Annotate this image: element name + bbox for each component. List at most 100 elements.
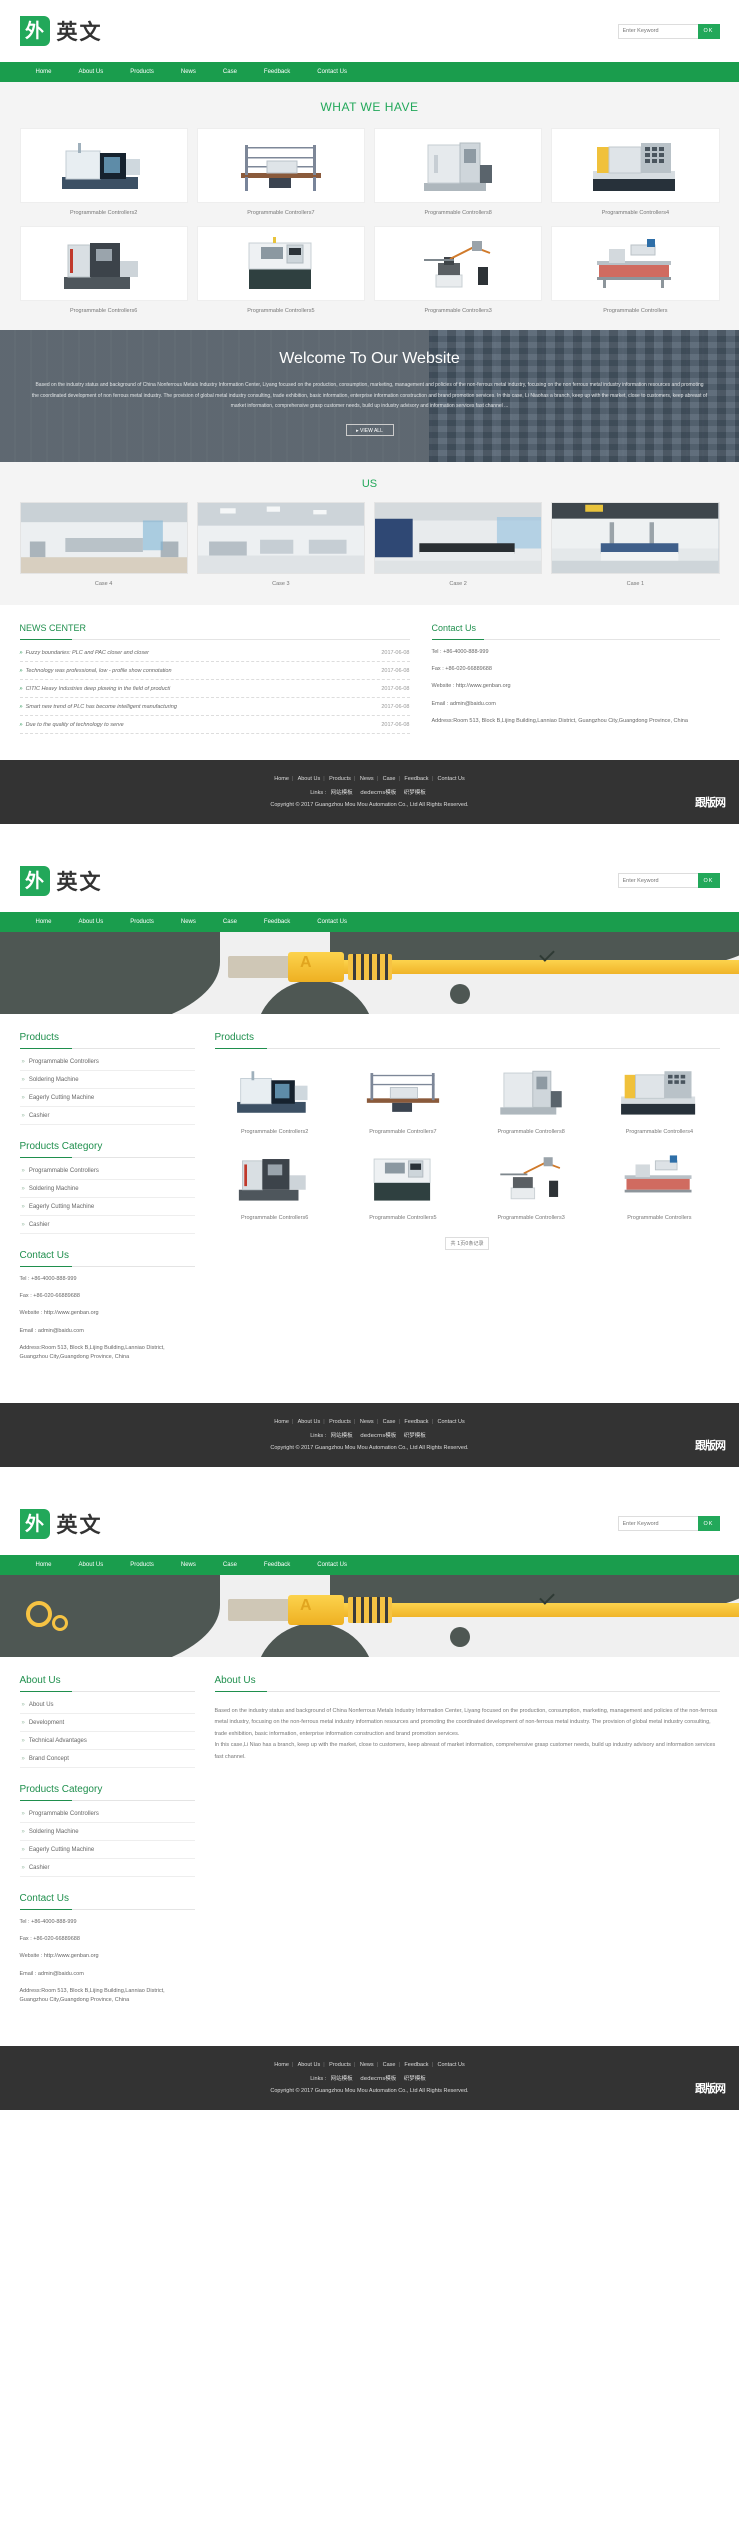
sidebar-item-cashier[interactable]: » Cashier — [19, 1107, 195, 1125]
sidebar-item-development[interactable]: » Development — [19, 1714, 195, 1732]
nav-item-case[interactable]: Case — [223, 1562, 237, 1568]
nav-item-feedback[interactable]: Feedback — [264, 919, 290, 925]
product-card[interactable]: Programmable Controllers3 — [374, 226, 543, 314]
contact-email[interactable]: Email : admin@baidu.com — [432, 696, 720, 713]
sidebar-item-soldering-machine[interactable]: » Soldering Machine — [19, 1180, 195, 1198]
footer-nav-feedback[interactable]: Feedback — [404, 2062, 428, 2068]
footer-nav-about-us[interactable]: About Us — [298, 2062, 321, 2068]
footer-nav-feedback[interactable]: Feedback — [404, 776, 428, 782]
footer-link-2[interactable]: dedecms模板 — [357, 2076, 399, 2082]
contact-website[interactable]: Website : http://www.genban.org — [432, 678, 720, 695]
nav-item-contact-us[interactable]: Contact Us — [317, 919, 347, 925]
footer-nav-about-us[interactable]: About Us — [298, 1419, 321, 1425]
contact-email[interactable]: Email : admin@baidu.com — [20, 1966, 195, 1983]
product-card[interactable]: Programmable Controllers7 — [342, 1060, 463, 1135]
product-card[interactable]: Programmable Controllers4 — [599, 1060, 720, 1135]
search-input[interactable] — [617, 23, 698, 39]
footer-link-3[interactable]: 织梦模板 — [401, 790, 429, 796]
product-card[interactable]: Programmable Controllers7 — [196, 128, 365, 216]
footer-nav-contact-us[interactable]: Contact Us — [438, 1419, 465, 1425]
case-card[interactable]: Case 4 — [19, 501, 188, 587]
case-card[interactable]: Case 3 — [196, 501, 365, 587]
sidebar-item-eagerly-cutting-machine[interactable]: » Eagerly Cutting Machine — [19, 1198, 195, 1216]
footer-link-1[interactable]: 网站模板 — [328, 1433, 356, 1439]
sidebar-item-programmable-controllers[interactable]: » Programmable Controllers — [19, 1162, 195, 1180]
footer-nav-case[interactable]: Case — [383, 2062, 396, 2068]
nav-item-products[interactable]: Products — [130, 1562, 154, 1568]
sidebar-item-eagerly-cutting-machine[interactable]: » Eagerly Cutting Machine — [19, 1089, 195, 1107]
nav-item-feedback[interactable]: Feedback — [264, 1562, 290, 1568]
nav-item-news[interactable]: News — [181, 919, 196, 925]
product-card[interactable]: Programmable Controllers6 — [214, 1146, 335, 1221]
contact-email[interactable]: Email : admin@baidu.com — [20, 1323, 195, 1340]
product-card[interactable]: Programmable Controllers5 — [196, 226, 365, 314]
nav-item-home[interactable]: Home — [36, 919, 52, 925]
search-submit-button[interactable]: OK — [697, 873, 720, 888]
sidebar-item-programmable-controllers[interactable]: » Programmable Controllers — [19, 1053, 195, 1071]
footer-nav-products[interactable]: Products — [329, 1419, 351, 1425]
product-card[interactable]: Programmable Controllers2 — [214, 1060, 335, 1135]
footer-nav-case[interactable]: Case — [383, 776, 396, 782]
nav-item-about-us[interactable]: About Us — [79, 919, 104, 925]
product-card[interactable]: Programmable Controllers8 — [374, 128, 543, 216]
search-submit-button[interactable]: OK — [697, 1516, 720, 1532]
site-logo[interactable]: 外 英文 — [19, 16, 103, 46]
search-input[interactable] — [617, 873, 698, 888]
sidebar-item-cashier[interactable]: » Cashier — [19, 1216, 195, 1234]
news-list-item[interactable]: » Due to the quality of technology to se… — [19, 716, 410, 734]
sidebar-item-brand-concept[interactable]: » Brand Concept — [19, 1750, 195, 1768]
footer-nav-home[interactable]: Home — [274, 2062, 289, 2068]
nav-item-about-us[interactable]: About Us — [79, 69, 104, 75]
product-card[interactable]: Programmable Controllers — [551, 226, 720, 314]
footer-nav-news[interactable]: News — [360, 776, 374, 782]
product-card[interactable]: Programmable Controllers — [599, 1146, 720, 1221]
news-list-item[interactable]: » Fuzzy boundaries: PLC and PAC closer a… — [19, 644, 410, 662]
view-all-button[interactable]: ▸ VIEW ALL — [345, 423, 394, 436]
nav-item-home[interactable]: Home — [36, 1562, 52, 1568]
nav-item-contact-us[interactable]: Contact Us — [317, 1562, 347, 1568]
footer-nav-about-us[interactable]: About Us — [298, 776, 321, 782]
footer-nav-products[interactable]: Products — [329, 2062, 351, 2068]
footer-nav-feedback[interactable]: Feedback — [404, 1419, 428, 1425]
contact-website[interactable]: Website : http://www.genban.org — [20, 1948, 195, 1965]
nav-item-case[interactable]: Case — [223, 919, 237, 925]
nav-item-news[interactable]: News — [181, 1562, 196, 1568]
sidebar-item-soldering-machine[interactable]: » Soldering Machine — [19, 1823, 195, 1841]
nav-item-products[interactable]: Products — [130, 919, 154, 925]
product-card[interactable]: Programmable Controllers5 — [342, 1146, 463, 1221]
footer-link-1[interactable]: 网站模板 — [328, 790, 356, 796]
nav-item-about-us[interactable]: About Us — [79, 1562, 104, 1568]
footer-nav-case[interactable]: Case — [383, 1419, 396, 1425]
footer-nav-products[interactable]: Products — [329, 776, 351, 782]
footer-nav-news[interactable]: News — [360, 1419, 374, 1425]
news-list-item[interactable]: » CITIC Heavy Industries deep plowing in… — [19, 680, 410, 698]
footer-nav-contact-us[interactable]: Contact Us — [438, 776, 465, 782]
nav-item-contact-us[interactable]: Contact Us — [317, 69, 347, 75]
nav-item-case[interactable]: Case — [223, 69, 237, 75]
nav-item-feedback[interactable]: Feedback — [264, 69, 290, 75]
product-card[interactable]: Programmable Controllers6 — [19, 226, 188, 314]
footer-nav-home[interactable]: Home — [274, 1419, 289, 1425]
footer-nav-home[interactable]: Home — [274, 776, 289, 782]
product-card[interactable]: Programmable Controllers3 — [471, 1146, 592, 1221]
nav-item-news[interactable]: News — [181, 69, 196, 75]
case-card[interactable]: Case 2 — [374, 501, 543, 587]
footer-link-3[interactable]: 织梦模板 — [401, 1433, 429, 1439]
sidebar-item-about-us[interactable]: » About Us — [19, 1696, 195, 1714]
site-logo[interactable]: 外 英文 — [19, 865, 103, 896]
sidebar-item-programmable-controllers[interactable]: » Programmable Controllers — [19, 1805, 195, 1823]
footer-nav-contact-us[interactable]: Contact Us — [438, 2062, 465, 2068]
footer-link-2[interactable]: dedecms模板 — [357, 790, 399, 796]
search-submit-button[interactable]: OK — [697, 23, 720, 39]
product-card[interactable]: Programmable Controllers8 — [471, 1060, 592, 1135]
product-card[interactable]: Programmable Controllers2 — [19, 128, 188, 216]
case-card[interactable]: Case 1 — [551, 501, 720, 587]
sidebar-item-technical-advantages[interactable]: » Technical Advantages — [19, 1732, 195, 1750]
footer-link-2[interactable]: dedecms模板 — [357, 1433, 399, 1439]
sidebar-item-eagerly-cutting-machine[interactable]: » Eagerly Cutting Machine — [19, 1841, 195, 1859]
contact-website[interactable]: Website : http://www.genban.org — [20, 1305, 195, 1322]
site-logo[interactable]: 外 英文 — [19, 1508, 103, 1539]
sidebar-item-cashier[interactable]: » Cashier — [19, 1859, 195, 1877]
sidebar-item-soldering-machine[interactable]: » Soldering Machine — [19, 1071, 195, 1089]
nav-item-home[interactable]: Home — [36, 69, 52, 75]
